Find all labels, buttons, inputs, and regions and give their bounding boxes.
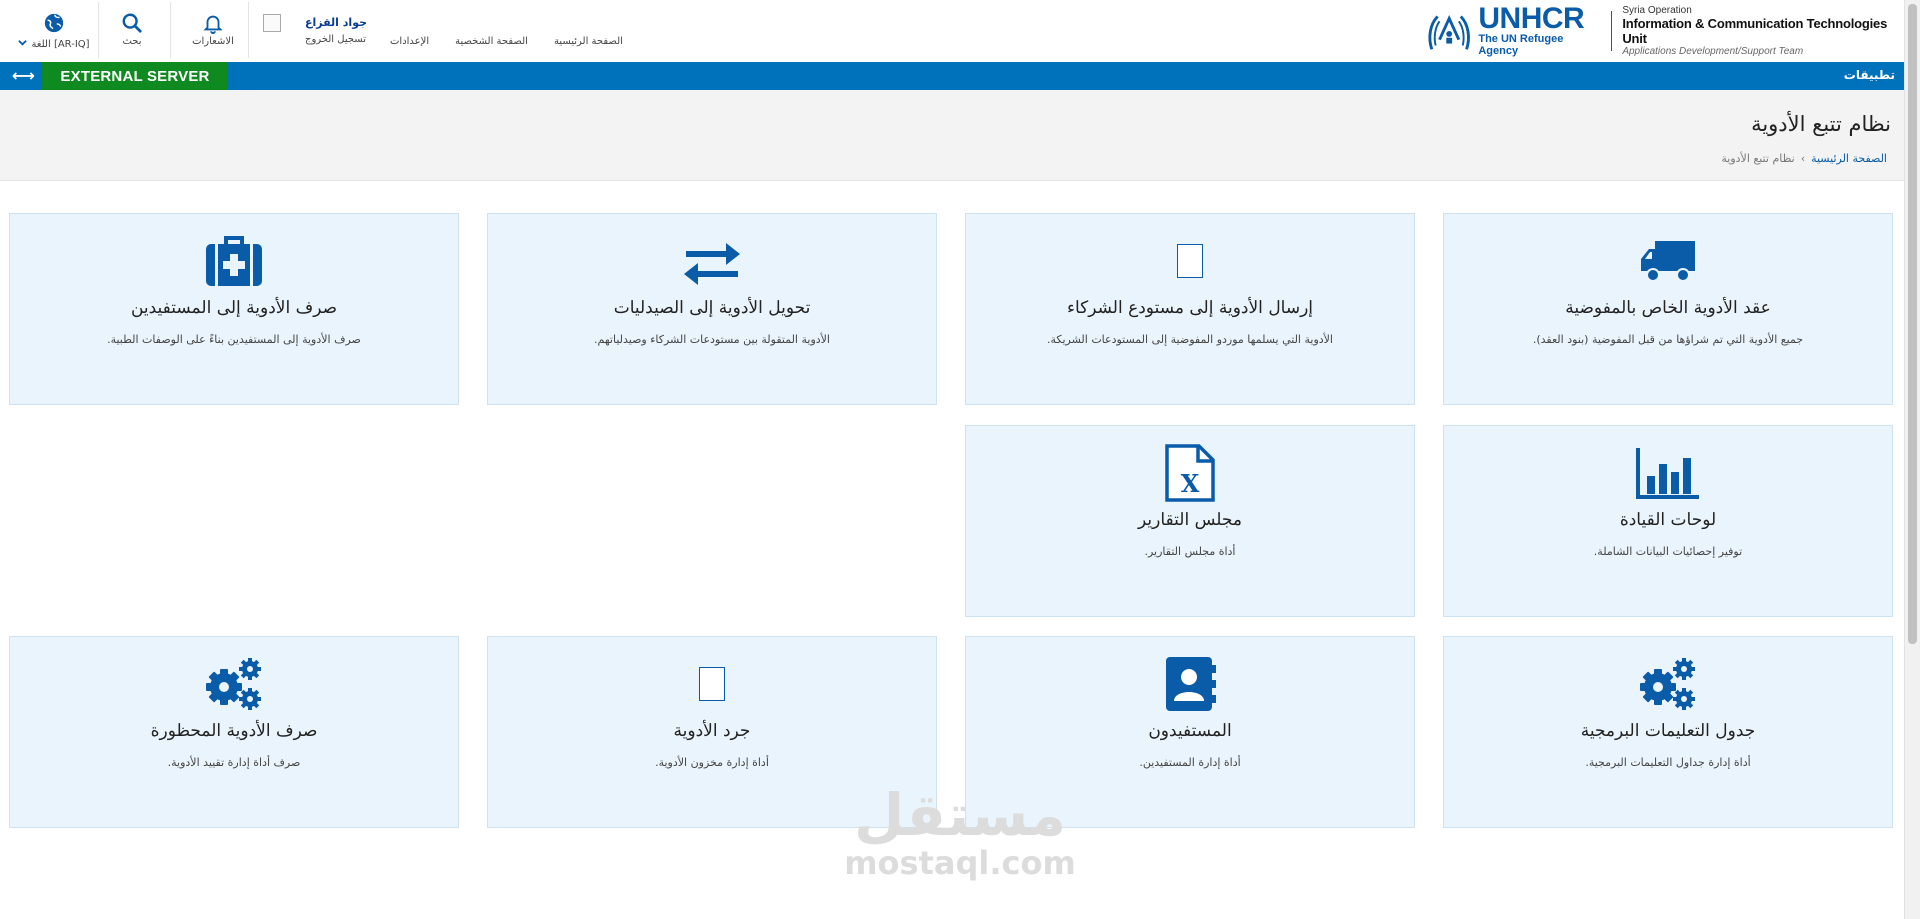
nav-home[interactable]: الصفحة الرئيسية [554, 36, 623, 47]
svg-text:X: X [1181, 469, 1200, 498]
apps-menu[interactable]: تطبيقات [1844, 68, 1895, 82]
medkit-icon [10, 234, 458, 288]
page-header: نظام تتبع الأدوية الصفحة الرئيسية › نظام ت… [0, 90, 1905, 181]
search-icon [112, 12, 152, 36]
globe-icon [14, 12, 94, 36]
top-header: اللغة [AR-IQ] بحث الاشعارات جواد القزاع … [0, 0, 1905, 62]
breadcrumb-home[interactable]: الصفحة الرئيسية [1811, 152, 1887, 165]
notifications-button[interactable]: الاشعارات [178, 12, 248, 47]
broken-image-icon [488, 657, 936, 711]
server-badge: EXTERNAL SERVER [42, 62, 228, 90]
expand-icon[interactable]: ⟷ [12, 66, 35, 85]
tile-title: صرف الأدوية إلى المستفيدين [130, 298, 338, 318]
tile-reports-board[interactable]: X مجلس التقارير أداة مجلس التقارير. [965, 425, 1415, 617]
page-title: نظام تتبع الأدوية [1751, 112, 1891, 136]
tile-title: صرف الأدوية المحظورة [150, 721, 318, 741]
scrollbar-thumb[interactable] [1908, 4, 1917, 644]
tile-description: أداة إدارة مخزون الأدوية. [655, 756, 769, 769]
language-label: اللغة [AR-IQ] [31, 38, 90, 50]
tile-title: جدول التعليمات البرمجية [1580, 721, 1756, 741]
nav-settings[interactable]: الإعدادات [390, 36, 429, 47]
divider [98, 2, 99, 58]
logout-link[interactable]: تسجيل الخروج [305, 34, 367, 45]
bell-icon [178, 12, 248, 36]
tile-title: تحويل الأدوية إلى الصيدليات [613, 298, 811, 318]
nav-profile[interactable]: الصفحة الشخصية [455, 36, 528, 47]
tile-title: لوحات القيادة [1619, 510, 1717, 530]
tile-description: أداة إدارة المستفيدين. [1139, 756, 1241, 769]
tile-description: أداة مجلس التقارير. [1144, 545, 1236, 558]
divider [170, 2, 171, 58]
breadcrumb-separator: › [1800, 152, 1806, 165]
tile-description: صرف أداة إدارة تقييد الأدوية. [167, 756, 301, 769]
tile-unhcr-contract[interactable]: عقد الأدوية الخاص بالمفوضية جميع الأدوية… [1443, 213, 1893, 405]
breadcrumb: الصفحة الرئيسية › نظام تتبع الأدوية [1721, 152, 1887, 165]
broken-image-icon [966, 234, 1414, 288]
tile-description: جميع الأدوية التي تم شراؤها من قبل المفو… [1532, 333, 1804, 346]
excel-file-icon: X [966, 444, 1414, 502]
vertical-scrollbar[interactable] [1904, 0, 1920, 919]
logo-brand: UNHCR [1478, 2, 1585, 35]
tile-code-tables[interactable]: جدول التعليمات البرمجية أداة إدارة جداول… [1443, 636, 1893, 828]
unhcr-emblem-icon [1428, 14, 1470, 50]
tile-title: إرسال الأدوية إلى مستودع الشركاء [1066, 298, 1314, 318]
gears-icon [10, 657, 458, 711]
tile-description: توفير إحصائيات البيانات الشاملة. [1593, 545, 1743, 558]
user-name[interactable]: جواد القزاع [305, 16, 367, 29]
search-label: بحث [122, 36, 142, 47]
logo-unit: Information & Communication Technologies… [1622, 16, 1888, 46]
tile-description: الأدوية التي يسلمها موردو المفوضية إلى ا… [1047, 333, 1333, 346]
tile-send-to-partners[interactable]: إرسال الأدوية إلى مستودع الشركاء الأدوية… [965, 213, 1415, 405]
user-menu: جواد القزاع تسجيل الخروج [305, 16, 367, 45]
watermark-latin: mostaql.com [844, 844, 1076, 882]
divider [248, 2, 249, 58]
tile-description: أداة إدارة جداول التعليمات البرمجية. [1585, 756, 1751, 769]
tile-restricted-dispense[interactable]: صرف الأدوية المحظورة صرف أداة إدارة تقيي… [9, 636, 459, 828]
tile-dispense-to-beneficiaries[interactable]: صرف الأدوية إلى المستفيدين صرف الأدوية إ… [9, 213, 459, 405]
watermark-arabic: مستقل [853, 781, 1067, 849]
tile-description: الأدوية المتقولة بين مستودعات الشركاء وص… [594, 333, 830, 346]
tile-title: عقد الأدوية الخاص بالمفوضية [1565, 298, 1771, 318]
tile-title: جرد الأدوية [673, 721, 751, 741]
exchange-icon [488, 234, 936, 288]
unhcr-logo[interactable]: UNHCR The UN Refugee Agency Syria Operat… [1426, 2, 1905, 57]
gears-icon [1444, 657, 1892, 711]
tile-title: مجلس التقارير [1138, 510, 1242, 530]
tile-title: المستفيدون [1148, 721, 1232, 741]
app-bar: ⟷ EXTERNAL SERVER تطبيقات [0, 62, 1905, 90]
top-nav: الإعدادات الصفحة الشخصية الصفحة الرئيسية [390, 36, 623, 47]
watermark: مستقل mostaql.com [840, 785, 1080, 881]
bar-chart-icon [1444, 446, 1892, 500]
logo-team: Applications Development/Support Team [1622, 46, 1804, 57]
notifications-label: الاشعارات [192, 36, 234, 47]
search-button[interactable]: بحث [112, 12, 152, 47]
logo-divider [1611, 11, 1613, 51]
address-book-icon [966, 657, 1414, 711]
language-selector[interactable]: اللغة [AR-IQ] [14, 12, 94, 50]
tile-dashboards[interactable]: لوحات القيادة توفير إحصائيات البيانات ال… [1443, 425, 1893, 617]
breadcrumb-current: نظام تتبع الأدوية [1721, 152, 1795, 165]
tile-transfer-to-pharmacies[interactable]: تحويل الأدوية إلى الصيدليات الأدوية المت… [487, 213, 937, 405]
tile-description: صرف الأدوية إلى المستفيدين بناءً على الو… [107, 333, 361, 346]
user-avatar[interactable] [263, 14, 281, 32]
truck-icon [1444, 234, 1892, 288]
logo-operation: Syria Operation [1622, 5, 1692, 16]
logo-agency: The UN Refugee Agency [1478, 33, 1564, 57]
chevron-down-icon [18, 38, 28, 50]
